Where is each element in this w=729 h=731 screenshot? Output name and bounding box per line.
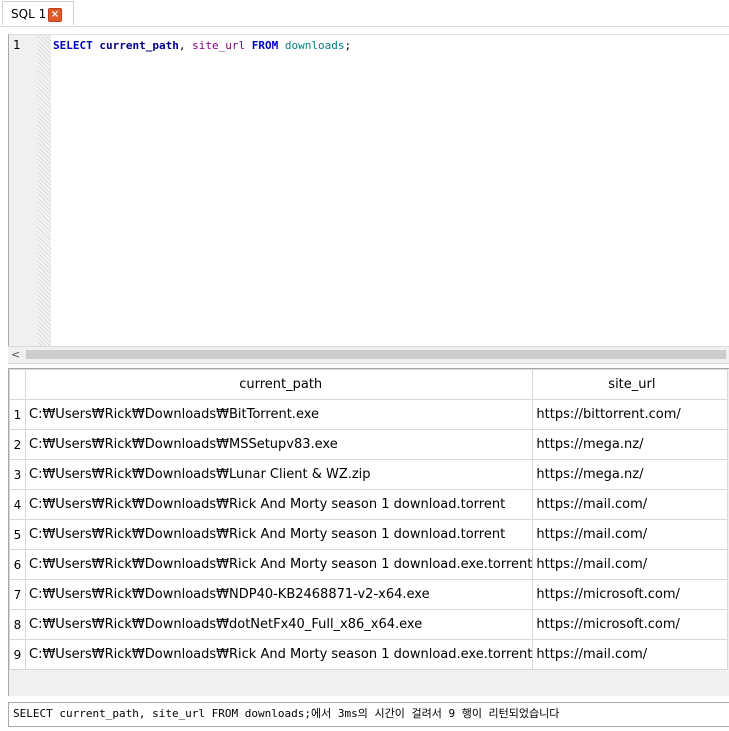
column-header-site-url[interactable]: site_url [532,369,729,400]
cell-site-url[interactable]: https://mega.nz/ [532,459,729,490]
line-number-gutter: 1 [9,35,37,346]
semicolon: ; [344,39,352,52]
results-table: current_path site_url 1 C:₩Users₩Rick₩Dow… [9,369,729,670]
table-row[interactable]: 9 C:₩Users₩Rick₩Downloads₩Rick And Morty … [9,639,729,670]
sql-editor[interactable]: 1 SELECT current_path, site_url FROM dow… [8,34,729,346]
header-row: current_path site_url [9,369,729,400]
scrollbar-thumb[interactable] [26,350,726,359]
column-header-current-path[interactable]: current_path [24,369,534,400]
cell-current-path[interactable]: C:₩Users₩Rick₩Downloads₩Rick And Morty s… [24,489,534,520]
cell-site-url[interactable]: https://microsoft.com/ [532,609,729,640]
scroll-left-icon[interactable]: < [11,348,20,361]
comma: , [178,39,186,52]
table-row[interactable]: 7 C:₩Users₩Rick₩Downloads₩NDP40-KB2468871… [9,579,729,610]
close-icon[interactable]: × [48,8,62,22]
table-row[interactable]: 5 C:₩Users₩Rick₩Downloads₩Rick And Morty … [9,519,729,550]
tab-sql-1[interactable]: SQL 1 × [2,1,74,25]
results-grid: current_path site_url 1 C:₩Users₩Rick₩Dow… [8,368,729,696]
cell-current-path[interactable]: C:₩Users₩Rick₩Downloads₩MSSetupv83.exe [24,429,534,460]
cell-site-url[interactable]: https://mail.com/ [532,549,729,580]
cell-current-path[interactable]: C:₩Users₩Rick₩Downloads₩Rick And Morty s… [24,549,534,580]
row-number: 5 [9,519,26,550]
horizontal-scrollbar[interactable]: < [8,346,729,364]
cell-current-path[interactable]: C:₩Users₩Rick₩Downloads₩BitTorrent.exe [24,399,534,430]
table-row[interactable]: 4 C:₩Users₩Rick₩Downloads₩Rick And Morty … [9,489,729,520]
cell-site-url[interactable]: https://mega.nz/ [532,429,729,460]
table-row[interactable]: 1 C:₩Users₩Rick₩Downloads₩BitTorrent.exe h… [9,399,729,430]
row-number: 6 [9,549,26,580]
column-current-path: current_path [99,39,179,52]
table-row[interactable]: 2 C:₩Users₩Rick₩Downloads₩MSSetupv83.exe h… [9,429,729,460]
table-name: downloads [284,39,345,52]
table-row[interactable]: 8 C:₩Users₩Rick₩Downloads₩dotNetFx40_Full… [9,609,729,640]
status-message: SELECT current_path, site_url FROM downl… [8,702,729,727]
cell-current-path[interactable]: C:₩Users₩Rick₩Downloads₩Rick And Morty s… [24,639,534,670]
row-number-header [9,369,26,400]
cell-current-path[interactable]: C:₩Users₩Rick₩Downloads₩dotNetFx40_Full_… [24,609,534,640]
fold-margin [37,35,51,346]
cell-site-url[interactable]: https://mail.com/ [532,519,729,550]
row-number: 8 [9,609,26,640]
row-number: 7 [9,579,26,610]
table-row[interactable]: 6 C:₩Users₩Rick₩Downloads₩Rick And Morty … [9,549,729,580]
cell-current-path[interactable]: C:₩Users₩Rick₩Downloads₩NDP40-KB2468871-… [24,579,534,610]
row-number: 2 [9,429,26,460]
row-number: 9 [9,639,26,670]
tab-label: SQL 1 [11,7,47,21]
column-site-url: site_url [192,39,246,52]
cell-current-path[interactable]: C:₩Users₩Rick₩Downloads₩Rick And Morty s… [24,519,534,550]
cell-site-url[interactable]: https://mail.com/ [532,489,729,520]
keyword-select: SELECT [53,39,93,52]
cell-current-path[interactable]: C:₩Users₩Rick₩Downloads₩Lunar Client & W… [24,459,534,490]
row-number: 3 [9,459,26,490]
query-text[interactable]: SELECT current_path, site_url FROM downl… [53,39,351,52]
row-number: 1 [9,399,26,430]
cell-site-url[interactable]: https://microsoft.com/ [532,579,729,610]
row-number: 4 [9,489,26,520]
tab-strip: SQL 1 × [0,0,729,27]
cell-site-url[interactable]: https://bittorrent.com/ [532,399,729,430]
line-number: 1 [13,38,21,52]
cell-site-url[interactable]: https://mail.com/ [532,639,729,670]
keyword-from: FROM [251,39,279,52]
table-row[interactable]: 3 C:₩Users₩Rick₩Downloads₩Lunar Client & … [9,459,729,490]
